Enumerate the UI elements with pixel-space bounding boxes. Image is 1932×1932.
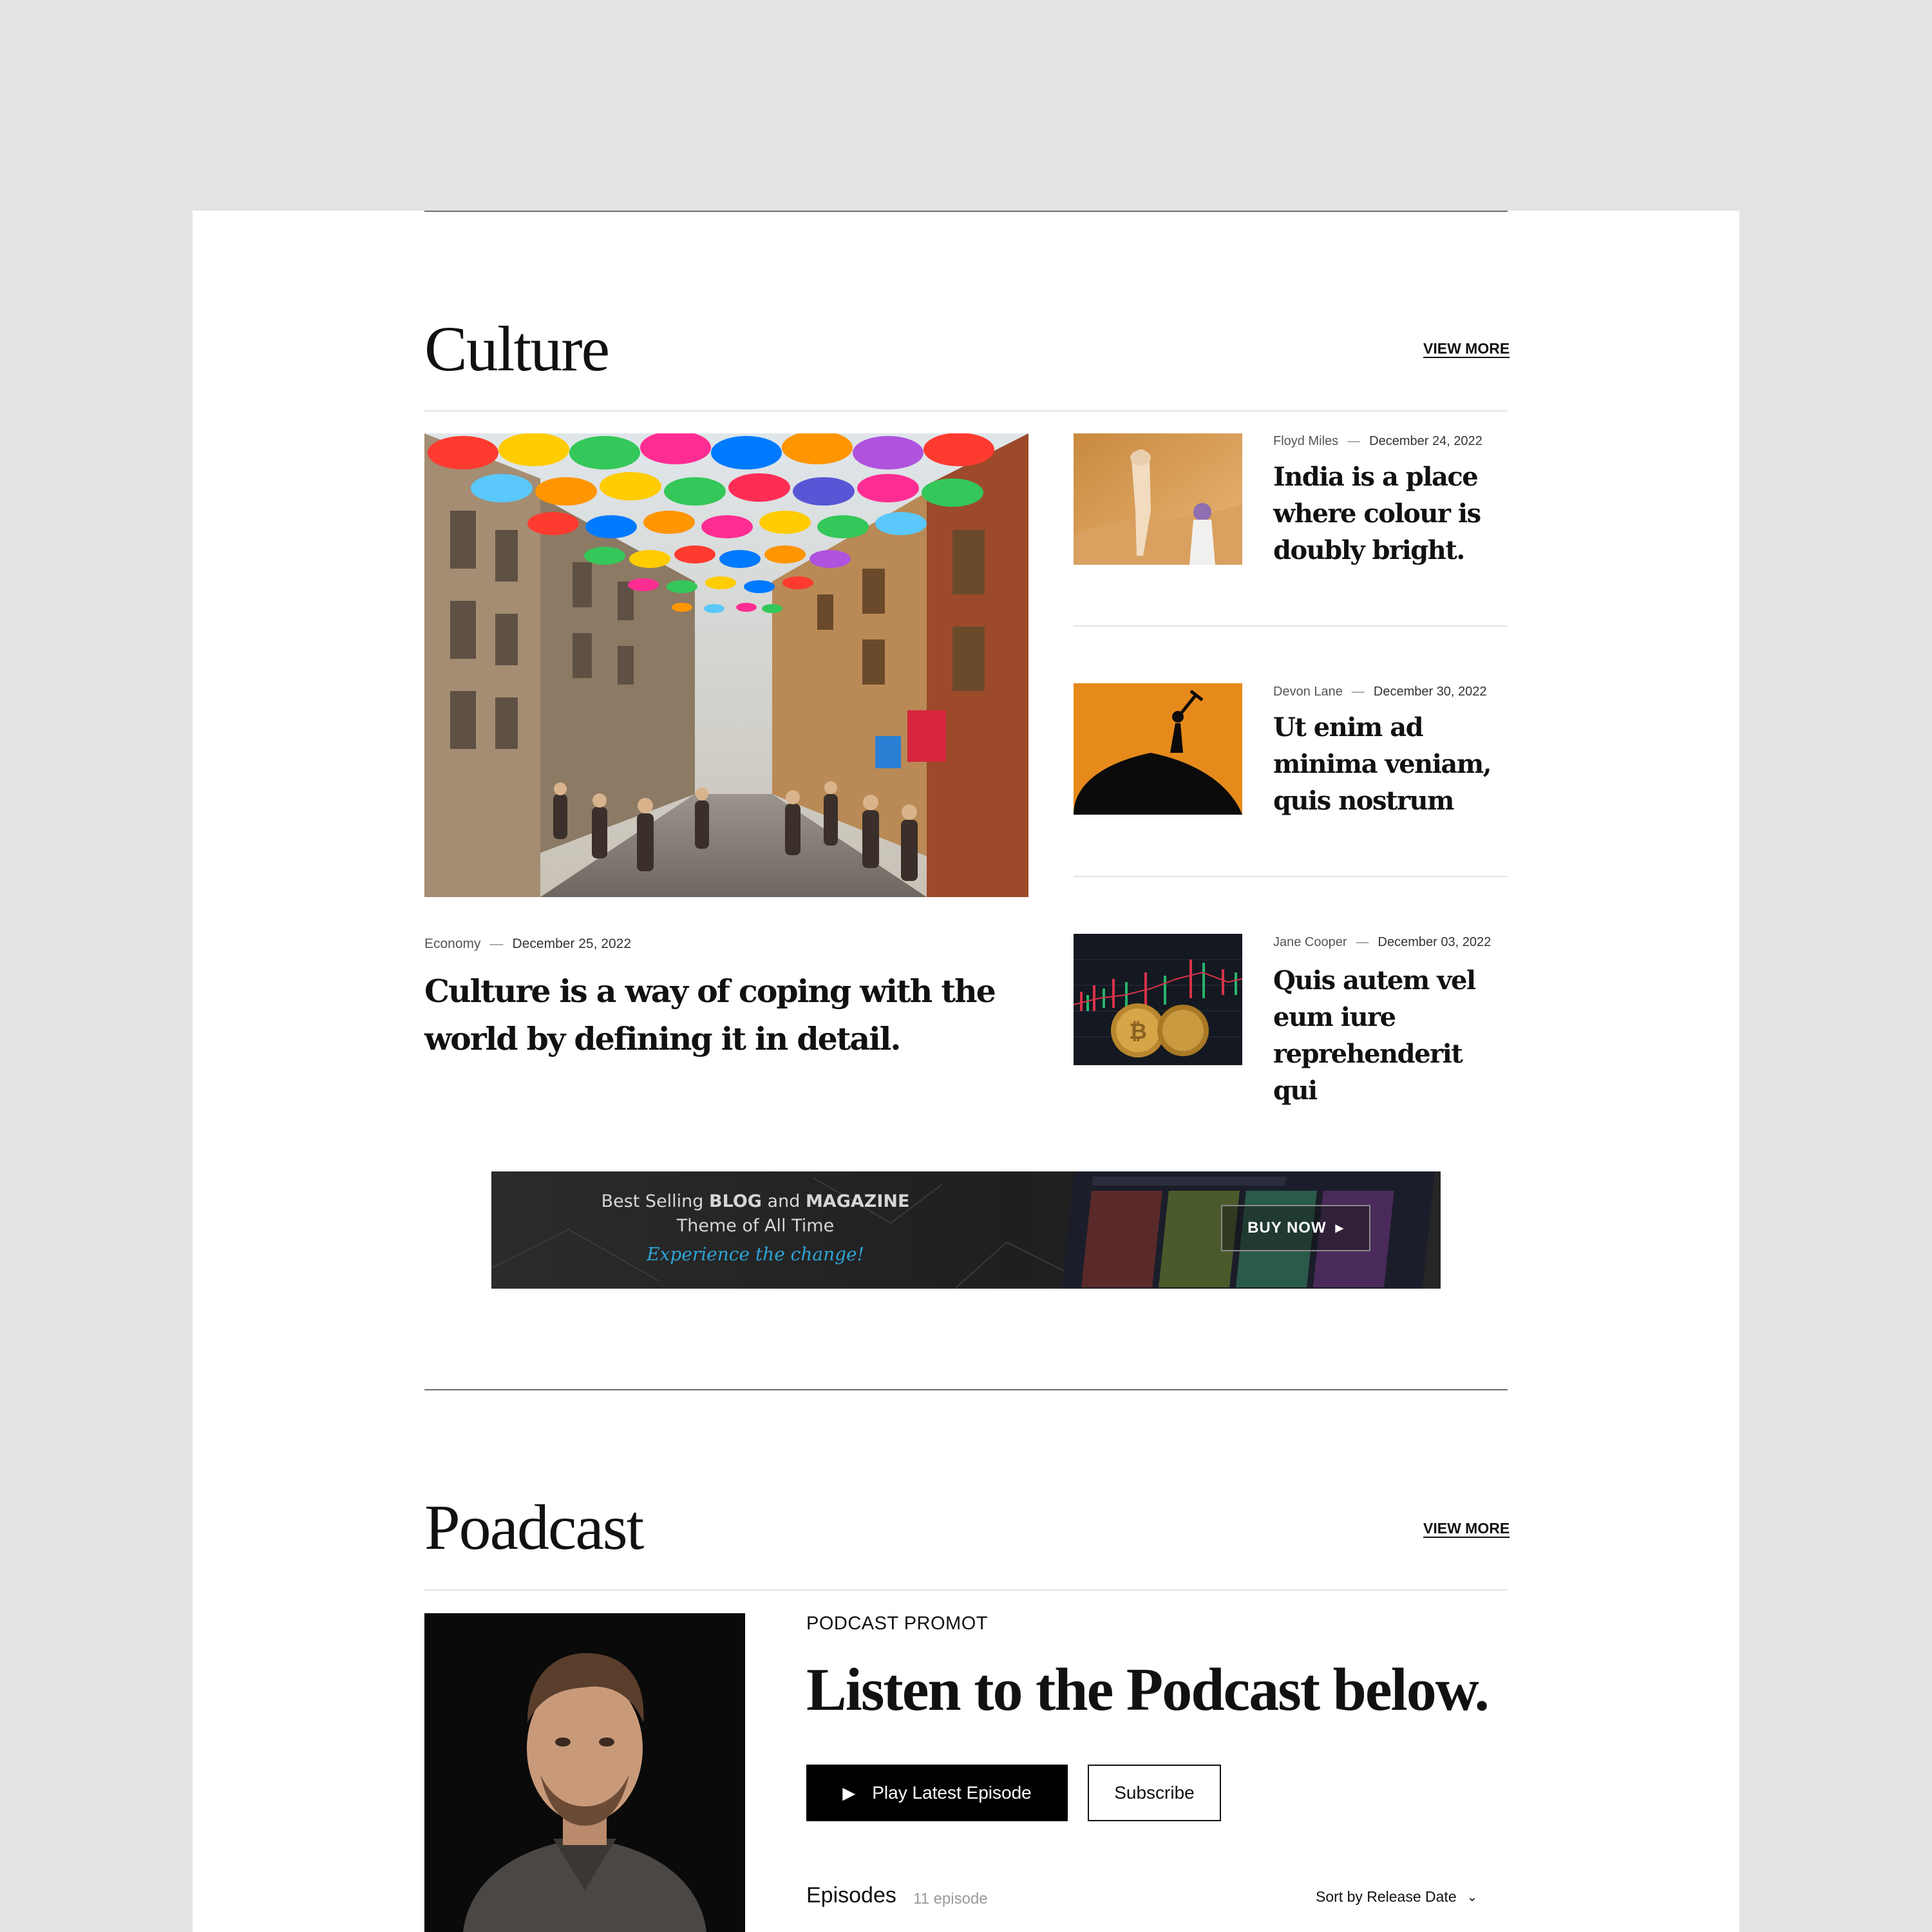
side-post-divider-1 [1074, 625, 1508, 627]
side-post-1-image[interactable] [1074, 433, 1242, 565]
content-card: Culture VIEW MORE Economy — December 25,… [193, 211, 1739, 1932]
section-top-divider [424, 211, 1508, 212]
featured-post-meta: Economy — December 25, 2022 [424, 936, 631, 951]
ad-banner-line-1: Best Selling BLOG and MAGAZINE [601, 1191, 910, 1211]
podcast-view-more-link[interactable]: VIEW MORE [1423, 1520, 1510, 1537]
ad-banner-copy: Best Selling BLOG and MAGAZINE Theme of … [582, 1189, 929, 1267]
side-post-3-image[interactable]: ₿ [1074, 934, 1242, 1065]
ad-banner-tagline: Experience the change! [647, 1244, 864, 1265]
play-icon: ▶ [842, 1783, 856, 1803]
podcast-top-divider [424, 1389, 1508, 1390]
podcast-eyebrow: PODCAST PROMOT [806, 1613, 988, 1634]
side-post-3-author[interactable]: Jane Cooper [1273, 935, 1347, 949]
featured-post-image[interactable] [424, 433, 1028, 897]
culture-view-more-link[interactable]: VIEW MORE [1423, 340, 1510, 357]
side-post-2-title[interactable]: Ut enim ad minima veniam, quis nostrum [1273, 709, 1505, 819]
side-post-1-author[interactable]: Floyd Miles [1273, 434, 1338, 448]
ad-banner[interactable]: Best Selling BLOG and MAGAZINE Theme of … [491, 1171, 1441, 1289]
side-post-3-meta: Jane Cooper — December 03, 2022 [1273, 935, 1492, 949]
episodes-count: 11 episode [913, 1890, 988, 1908]
subscribe-button[interactable]: Subscribe [1088, 1765, 1221, 1821]
side-post-1-meta: Floyd Miles — December 24, 2022 [1273, 434, 1482, 448]
svg-text:₿: ₿ [1129, 1019, 1147, 1045]
podcast-section-title: Poadcast [424, 1492, 644, 1563]
side-post-1-title[interactable]: India is a place where colour is doubly … [1273, 459, 1505, 569]
sort-dropdown[interactable]: Sort by Release Date ⌄ [1316, 1888, 1477, 1906]
podcast-headline: Listen to the Podcast below. [806, 1656, 1490, 1723]
podcast-header-divider [424, 1589, 1508, 1591]
side-post-2-author[interactable]: Devon Lane [1273, 685, 1343, 699]
featured-post-title[interactable]: Culture is a way of coping with the worl… [424, 967, 1004, 1063]
culture-header-divider [424, 410, 1508, 412]
chevron-down-icon: ⌄ [1466, 1890, 1478, 1904]
side-post-2-meta: Devon Lane — December 30, 2022 [1273, 685, 1487, 699]
podcast-host-portrait [424, 1613, 745, 1932]
culture-section-title: Culture [424, 313, 610, 384]
side-post-1-date: December 24, 2022 [1369, 434, 1482, 448]
featured-post-category[interactable]: Economy [424, 936, 481, 951]
side-post-2-date: December 30, 2022 [1373, 685, 1487, 699]
play-latest-episode-button[interactable]: ▶ Play Latest Episode [806, 1765, 1068, 1821]
featured-post-date: December 25, 2022 [512, 936, 631, 951]
caret-right-icon: ▶ [1335, 1223, 1344, 1234]
side-post-3-date: December 03, 2022 [1378, 935, 1492, 949]
episodes-heading: Episodes [806, 1883, 896, 1908]
side-post-3-title[interactable]: Quis autem vel eum iure reprehenderit qu… [1273, 962, 1505, 1109]
ad-banner-line-2: Theme of All Time [676, 1216, 835, 1236]
ad-buy-now-button[interactable]: BUY NOW ▶ [1221, 1205, 1370, 1251]
side-post-2-image[interactable] [1074, 683, 1242, 815]
side-post-divider-2 [1074, 876, 1508, 877]
